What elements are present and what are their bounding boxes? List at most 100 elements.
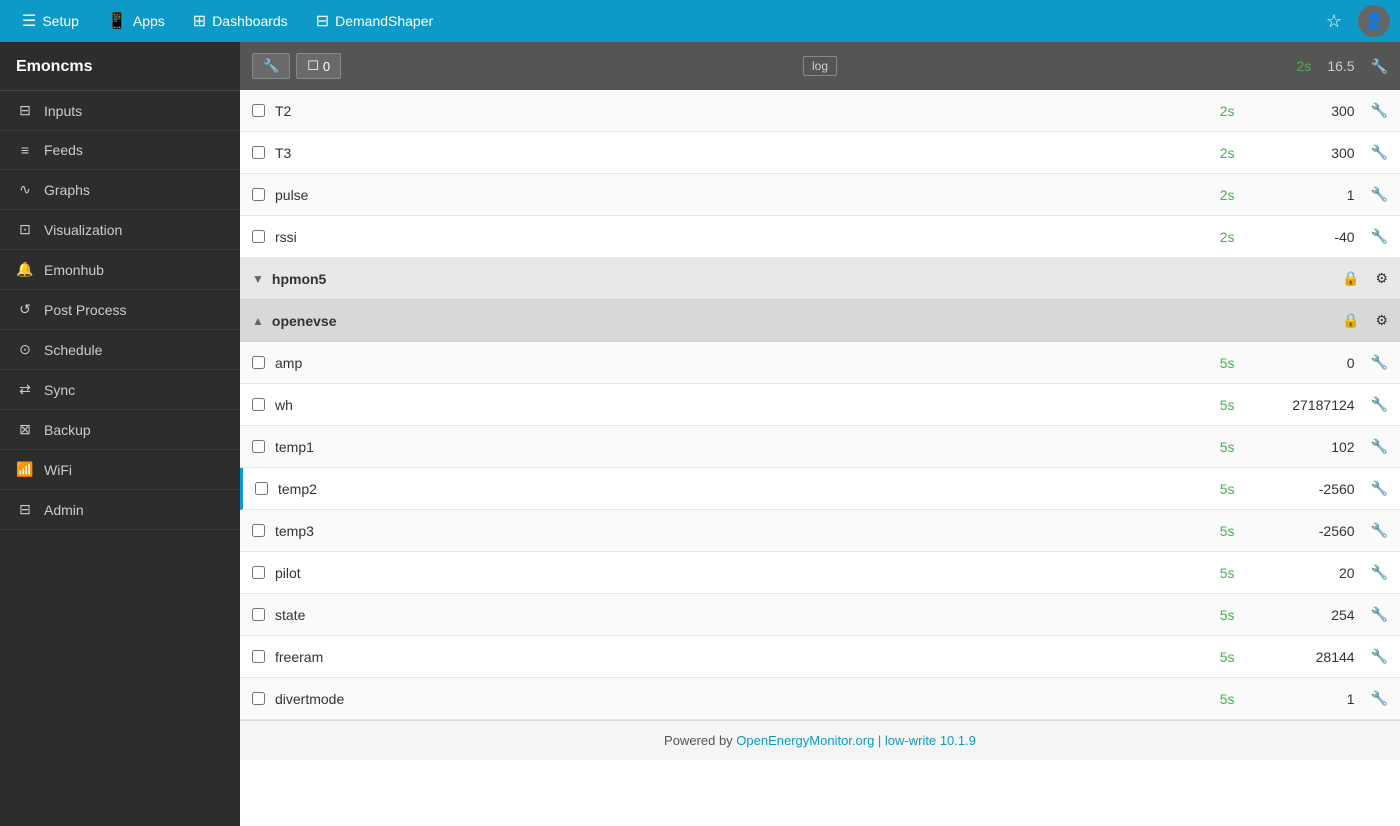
- group-header-hpmon5[interactable]: ▼ hpmon5 🔒 ⚙: [240, 258, 1400, 300]
- footer-link[interactable]: OpenEnergyMonitor.org | low-write 10.1.9: [736, 733, 976, 748]
- sidebar-item-post-process[interactable]: ↺ Post Process: [0, 290, 240, 330]
- toolbar-interval: 2s: [1297, 58, 1312, 74]
- group-header-openevse[interactable]: ▲ openevse 🔒 ⚙: [240, 300, 1400, 342]
- chevron-down-icon: ▼: [252, 272, 264, 286]
- table-row: temp3 5s -2560 🔧: [240, 510, 1400, 552]
- row-wrench-divertmode[interactable]: 🔧: [1371, 690, 1388, 707]
- row-interval-divertmode: 5s: [1205, 691, 1235, 707]
- lock-icon-hpmon5: 🔒: [1342, 270, 1359, 287]
- wrench-icon: 🔧: [263, 58, 279, 74]
- row-value-freeram: 28144: [1255, 649, 1355, 665]
- sidebar-item-wifi[interactable]: 📶 WiFi: [0, 450, 240, 490]
- row-checkbox-pulse[interactable]: [252, 188, 265, 201]
- favorite-button[interactable]: ☆: [1318, 5, 1350, 37]
- box-icon: ☐: [307, 58, 319, 74]
- row-interval-t3: 2s: [1205, 145, 1235, 161]
- row-name-temp3: temp3: [275, 523, 1205, 539]
- box-count-button[interactable]: ☐ 0: [296, 53, 341, 79]
- sidebar-item-schedule[interactable]: ⊙ Schedule: [0, 330, 240, 370]
- nav-dashboards[interactable]: ⊞ Dashboards: [181, 5, 300, 37]
- sidebar-item-graphs[interactable]: ∿ Graphs: [0, 170, 240, 210]
- gear-icon-openevse[interactable]: ⚙: [1375, 312, 1388, 329]
- nav-apps-label: Apps: [133, 13, 165, 29]
- row-checkbox-temp1[interactable]: [252, 440, 265, 453]
- row-value-t2: 300: [1255, 103, 1355, 119]
- schedule-icon: ⊙: [16, 341, 34, 358]
- main-layout: Emoncms ⊟ Inputs ≡ Feeds ∿ Graphs ⊡ Visu…: [0, 42, 1400, 826]
- table-row: T2 2s 300 🔧: [240, 90, 1400, 132]
- row-interval-rssi: 2s: [1205, 229, 1235, 245]
- chevron-up-icon: ▲: [252, 314, 264, 328]
- sidebar-item-post-process-label: Post Process: [44, 302, 126, 318]
- table-row: temp2 5s -2560 🔧: [240, 468, 1400, 510]
- table-row: amp 5s 0 🔧: [240, 342, 1400, 384]
- row-wrench-t2[interactable]: 🔧: [1371, 102, 1388, 119]
- sidebar-item-backup-label: Backup: [44, 422, 91, 438]
- row-value-pilot: 20: [1255, 565, 1355, 581]
- row-checkbox-rssi[interactable]: [252, 230, 265, 243]
- row-wrench-temp3[interactable]: 🔧: [1371, 522, 1388, 539]
- group-name-hpmon5: hpmon5: [272, 271, 1342, 287]
- row-wrench-t3[interactable]: 🔧: [1371, 144, 1388, 161]
- row-checkbox-temp3[interactable]: [252, 524, 265, 537]
- row-wrench-freeram[interactable]: 🔧: [1371, 648, 1388, 665]
- wrench-button[interactable]: 🔧: [252, 53, 290, 79]
- row-checkbox-amp[interactable]: [252, 356, 265, 369]
- row-checkbox-t3[interactable]: [252, 146, 265, 159]
- post-process-icon: ↺: [16, 301, 34, 318]
- user-avatar[interactable]: 👤: [1358, 5, 1390, 37]
- row-wrench-amp[interactable]: 🔧: [1371, 354, 1388, 371]
- footer: Powered by OpenEnergyMonitor.org | low-w…: [240, 720, 1400, 760]
- row-value-state: 254: [1255, 607, 1355, 623]
- row-value-temp2: -2560: [1255, 481, 1355, 497]
- row-checkbox-divertmode[interactable]: [252, 692, 265, 705]
- sidebar-item-feeds[interactable]: ≡ Feeds: [0, 131, 240, 170]
- row-wrench-temp2[interactable]: 🔧: [1371, 480, 1388, 497]
- sidebar-item-inputs-label: Inputs: [44, 103, 82, 119]
- demandshaper-icon: ⊟: [316, 11, 329, 31]
- backup-icon: ⊠: [16, 421, 34, 438]
- row-name-state: state: [275, 607, 1205, 623]
- sidebar-item-sync-label: Sync: [44, 382, 75, 398]
- row-checkbox-t2[interactable]: [252, 104, 265, 117]
- sidebar-item-emonhub-label: Emonhub: [44, 262, 104, 278]
- nav-setup-label: Setup: [42, 13, 79, 29]
- row-value-t3: 300: [1255, 145, 1355, 161]
- sidebar-item-inputs[interactable]: ⊟ Inputs: [0, 91, 240, 131]
- sidebar-item-emonhub[interactable]: 🔔 Emonhub: [0, 250, 240, 290]
- row-checkbox-wh[interactable]: [252, 398, 265, 411]
- row-value-wh: 27187124: [1255, 397, 1355, 413]
- row-wrench-pulse[interactable]: 🔧: [1371, 186, 1388, 203]
- sidebar-item-admin[interactable]: ⊟ Admin: [0, 490, 240, 530]
- row-interval-temp2: 5s: [1205, 481, 1235, 497]
- sidebar-item-sync[interactable]: ⇄ Sync: [0, 370, 240, 410]
- nav-apps[interactable]: 📱 Apps: [95, 5, 177, 37]
- row-wrench-temp1[interactable]: 🔧: [1371, 438, 1388, 455]
- row-wrench-state[interactable]: 🔧: [1371, 606, 1388, 623]
- row-name-pulse: pulse: [275, 187, 1205, 203]
- sidebar-item-feeds-label: Feeds: [44, 142, 83, 158]
- sidebar-title: Emoncms: [0, 42, 240, 91]
- gear-icon-hpmon5[interactable]: ⚙: [1375, 270, 1388, 287]
- row-name-amp: amp: [275, 355, 1205, 371]
- sidebar-item-backup[interactable]: ⊠ Backup: [0, 410, 240, 450]
- nav-demandshaper[interactable]: ⊟ DemandShaper: [304, 5, 445, 37]
- row-value-pulse: 1: [1255, 187, 1355, 203]
- row-value-amp: 0: [1255, 355, 1355, 371]
- row-interval-state: 5s: [1205, 607, 1235, 623]
- inputs-icon: ⊟: [16, 102, 34, 119]
- nav-setup[interactable]: ☰ Setup: [10, 5, 91, 37]
- row-interval-amp: 5s: [1205, 355, 1235, 371]
- sidebar-item-visualization[interactable]: ⊡ Visualization: [0, 210, 240, 250]
- row-wrench-pilot[interactable]: 🔧: [1371, 564, 1388, 581]
- row-checkbox-freeram[interactable]: [252, 650, 265, 663]
- row-wrench-wh[interactable]: 🔧: [1371, 396, 1388, 413]
- main-content: 🔧 ☐ 0 log 2s 16.5 🔧 T2 2s 300 🔧 T3 2s: [240, 42, 1400, 826]
- row-checkbox-state[interactable]: [252, 608, 265, 621]
- toolbar-wrench-icon[interactable]: 🔧: [1371, 58, 1388, 75]
- lock-icon-openevse: 🔒: [1342, 312, 1359, 329]
- row-value-temp3: -2560: [1255, 523, 1355, 539]
- row-checkbox-temp2[interactable]: [255, 482, 268, 495]
- row-wrench-rssi[interactable]: 🔧: [1371, 228, 1388, 245]
- row-checkbox-pilot[interactable]: [252, 566, 265, 579]
